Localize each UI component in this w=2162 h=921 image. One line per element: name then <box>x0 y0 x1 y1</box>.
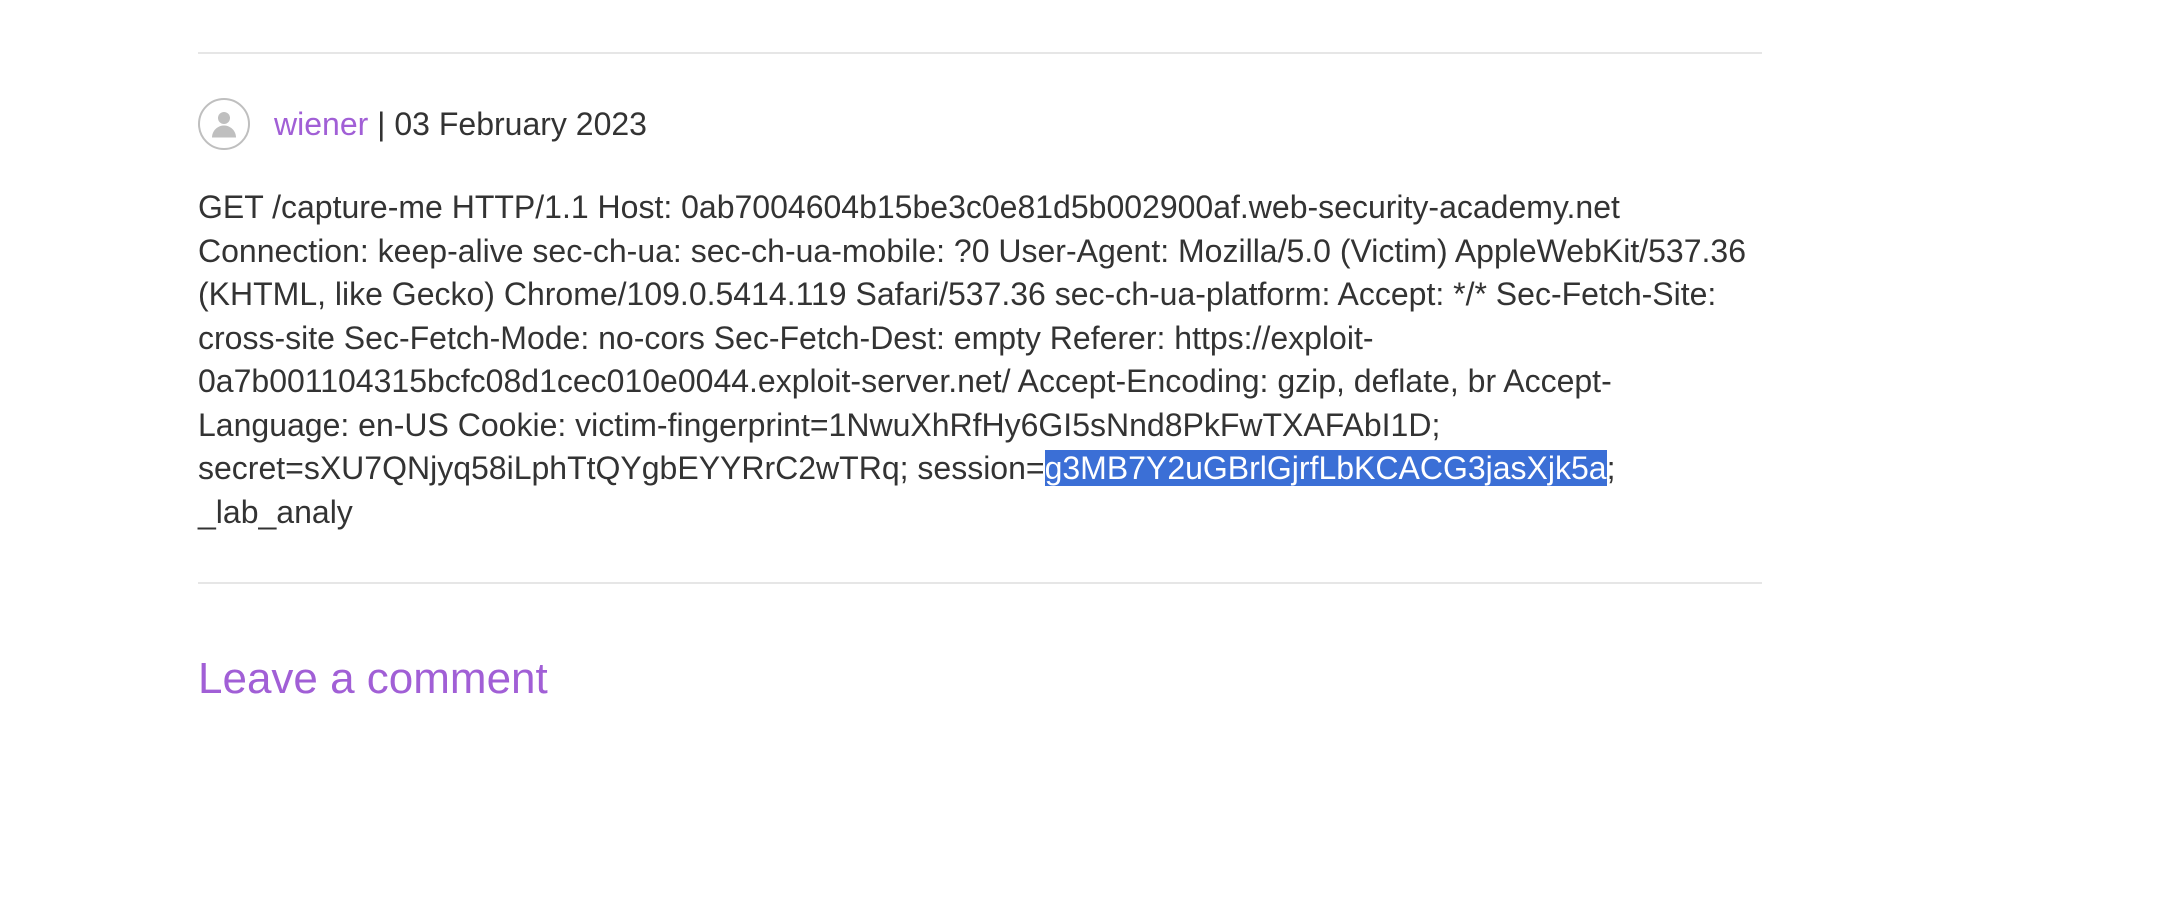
divider-top <box>198 52 1762 54</box>
comment-meta: wiener | 03 February 2023 <box>274 106 647 143</box>
author-link[interactable]: wiener <box>274 106 368 142</box>
avatar <box>198 98 250 150</box>
comment-body: GET /capture-me HTTP/1.1 Host: 0ab700460… <box>198 186 1762 534</box>
divider-bottom <box>198 582 1762 584</box>
comment-section: wiener | 03 February 2023 GET /capture-m… <box>198 0 1762 704</box>
leave-comment-heading: Leave a comment <box>198 654 1762 704</box>
comment-text-before: GET /capture-me HTTP/1.1 Host: 0ab700460… <box>198 189 1746 486</box>
comment-date: 03 February 2023 <box>394 106 647 142</box>
meta-separator: | <box>368 106 394 142</box>
comment-header: wiener | 03 February 2023 <box>198 98 1762 150</box>
selected-text: g3MB7Y2uGBrlGjrfLbKCACG3jasXjk5a <box>1045 450 1607 486</box>
user-icon <box>206 106 242 142</box>
